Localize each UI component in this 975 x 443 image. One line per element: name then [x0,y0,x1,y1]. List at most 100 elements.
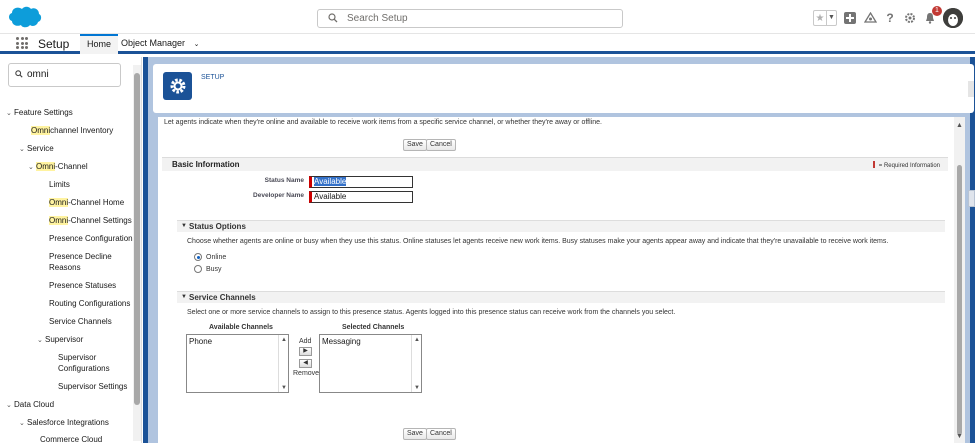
help-icon[interactable]: ? [883,11,897,25]
scrollbar-thumb[interactable] [957,165,962,435]
panel-collapse-handle[interactable] [968,190,975,207]
listbox-scrollbar[interactable]: ▲ ▼ [411,335,421,392]
add-label: Add [299,338,312,345]
sidebar-item-label: Configurations [58,364,110,373]
radio-busy[interactable]: Busy [194,265,222,273]
sidebar-item-commerce-cloud[interactable]: Commerce Cloud [40,435,102,443]
avatar[interactable] [943,8,963,28]
available-channels-list[interactable]: Phone ▲ ▼ [186,334,289,393]
sidebar-item-omni-channel-settings[interactable]: Omni-Channel Settings [49,216,132,226]
bell-icon[interactable]: 1 [923,6,942,25]
tab-object-manager[interactable]: Object Manager ⌄ [114,34,206,54]
add-arrow-button[interactable]: ▶ [299,347,312,356]
tab-object-manager-label: Object Manager [121,38,186,48]
list-item[interactable]: Phone [187,335,288,346]
scroll-up-icon[interactable]: ▲ [956,122,963,129]
sidebar-item-presence-statuses[interactable]: Presence Statuses [49,281,116,291]
sidebar-item-supervisor-settings[interactable]: Supervisor Settings [58,382,127,392]
sidebar-item-supervisor[interactable]: ⌄ Supervisor [37,335,83,346]
scroll-up-icon[interactable]: ▲ [414,337,420,343]
sidebar-item-service[interactable]: ⌄ Service [19,144,54,155]
star-icon[interactable]: ★ [814,13,826,24]
chevron-down-icon[interactable]: ⌄ [6,401,14,411]
content-scrollbar[interactable]: ▲ ▼ [954,117,965,443]
add-icon[interactable] [843,11,857,25]
sidebar-item-label: Supervisor Settings [58,382,128,391]
radio-button[interactable] [194,253,202,261]
search-setup-input[interactable]: Search Setup [317,9,623,28]
sidebar-item-label: Supervisor [45,335,84,344]
developer-name-input[interactable]: Available [309,191,413,203]
quick-find-input[interactable]: omni [8,63,121,87]
search-icon [15,70,23,78]
status-name-input[interactable]: Available [309,176,413,188]
radio-button[interactable] [194,265,202,273]
sidebar-item-omni-channel[interactable]: ⌄ Omni-Channel [28,162,88,173]
sidebar-item-label: Feature Settings [14,108,73,117]
sidebar-scrollbar[interactable] [133,65,141,441]
status-options-header[interactable]: ▼ Status Options [177,220,945,232]
app-launcher-icon[interactable] [16,37,28,49]
sidebar-item-presence-decline-reasons-cont[interactable]: Reasons [49,263,81,273]
radio-label: Online [206,253,227,261]
sidebar-item-feature-settings[interactable]: ⌄ Feature Settings [6,108,73,119]
scroll-down-icon[interactable]: ▼ [281,385,287,391]
sidebar-item-salesforce-integrations[interactable]: ⌄ Salesforce Integrations [19,418,109,429]
service-channels-description: Select one or more service channels to a… [187,309,676,316]
tab-home[interactable]: Home [80,34,119,54]
panel-edge-tab[interactable] [968,81,974,97]
radio-online[interactable]: Online [194,253,226,261]
chevron-down-icon[interactable]: ⌄ [19,145,27,155]
gear-icon[interactable] [903,11,917,25]
scrollbar-thumb[interactable] [134,73,140,405]
search-highlight: Omni [36,162,56,171]
sidebar-item-service-channels[interactable]: Service Channels [49,317,112,327]
sidebar-item-label: channel Inventory [50,126,114,135]
tab-home-label: Home [87,39,112,49]
favorites-button[interactable]: ★ ▼ [813,10,837,26]
sidebar-item-data-cloud[interactable]: ⌄ Data Cloud [6,400,54,411]
chevron-down-icon[interactable]: ⌄ [28,163,36,173]
scroll-down-icon[interactable]: ▼ [956,433,963,440]
sidebar-item-presence-configurations[interactable]: Presence Configurations [49,234,137,244]
chevron-down-icon[interactable]: ⌄ [19,419,27,429]
scroll-up-icon[interactable]: ▲ [281,337,287,343]
search-icon [328,13,338,23]
sidebar-item-label: Presence Configurations [49,234,137,243]
cancel-button-top[interactable]: Cancel [426,139,456,151]
sidebar-item-label: Service Channels [49,317,112,326]
listbox-scrollbar[interactable]: ▲ ▼ [278,335,288,392]
search-highlight: Omni [31,126,51,135]
search-placeholder: Search Setup [347,13,408,24]
scroll-down-icon[interactable]: ▼ [414,385,420,391]
trailhead-icon[interactable] [863,11,877,25]
sidebar-item-supervisor-configurations[interactable]: Supervisor [58,353,96,363]
presence-status-form: Let agents indicate when they're online … [158,117,965,443]
sidebar-item-limits[interactable]: Limits [49,180,70,190]
salesforce-logo[interactable] [8,5,42,29]
sidebar-item-routing-configurations[interactable]: Routing Configurations [49,299,130,309]
page-header: SETUP [153,64,974,113]
status-name-label: Status Name [264,177,304,184]
sidebar-item-label: -Channel [55,162,88,171]
status-options-description: Choose whether agents are online or busy… [187,238,889,245]
save-button-bottom[interactable]: Save [403,428,427,440]
chevron-down-icon[interactable]: ⌄ [37,336,45,346]
sidebar-item-omnichannel-inventory[interactable]: Omnichannel Inventory [31,126,113,136]
sidebar-item-presence-decline-reasons[interactable]: Presence Decline [49,252,112,262]
chevron-down-icon[interactable]: ⌄ [6,109,14,119]
remove-arrow-button[interactable]: ◀ [299,359,312,368]
sidebar-item-supervisor-configurations-cont[interactable]: Configurations [58,364,110,374]
selected-channels-list[interactable]: Messaging ▲ ▼ [319,334,422,393]
page-breadcrumb: SETUP [201,74,225,81]
notification-badge: 1 [932,6,942,16]
service-channels-header[interactable]: ▼ Service Channels [177,291,945,303]
chevron-down-icon[interactable]: ⌄ [194,41,200,48]
list-item[interactable]: Messaging [320,335,421,346]
sidebar-item-omni-channel-home[interactable]: Omni-Channel Home [49,198,124,208]
cancel-button-bottom[interactable]: Cancel [426,428,456,440]
chevron-down-icon[interactable]: ▼ [826,11,836,25]
collapse-triangle-icon[interactable]: ▼ [181,223,187,229]
collapse-triangle-icon[interactable]: ▼ [181,294,187,300]
save-button-top[interactable]: Save [403,139,427,151]
